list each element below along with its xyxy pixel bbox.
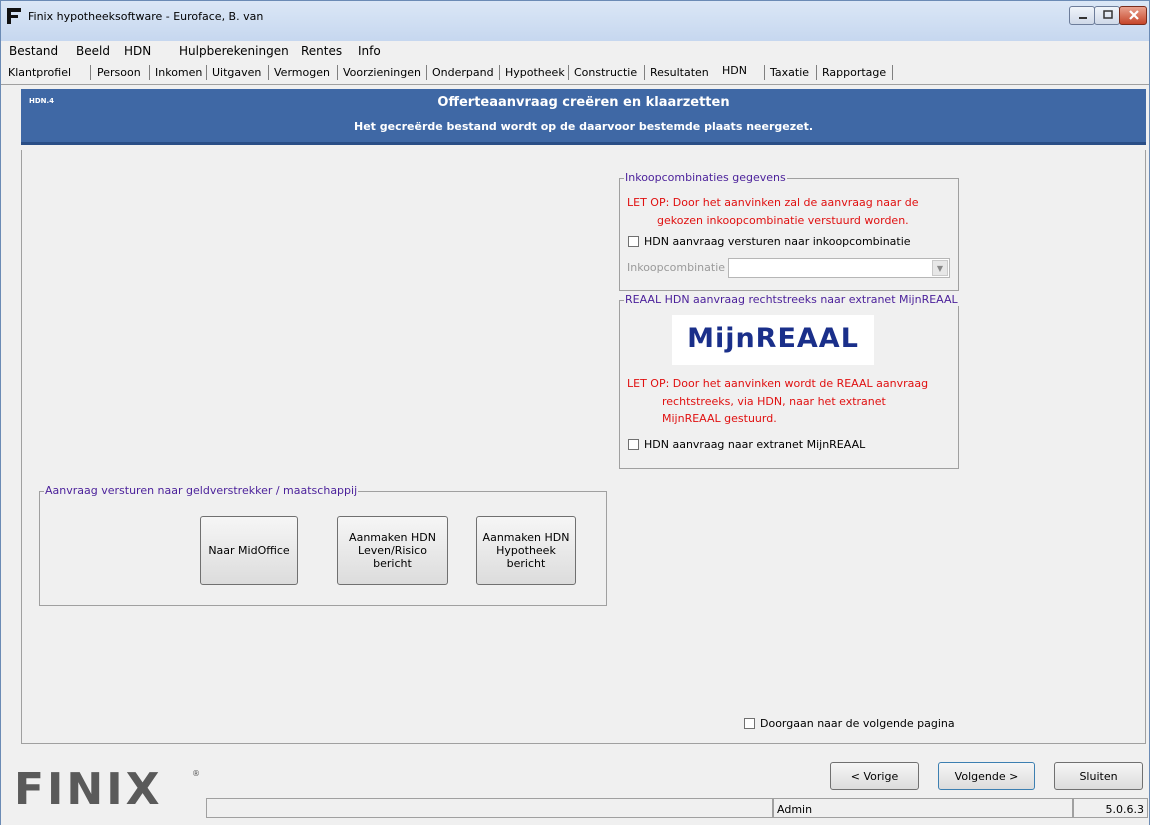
menu-hdn[interactable]: HDN [124,44,151,58]
reaal-warning-line2: rechtstreeks, via HDN, naar het extranet [662,395,886,408]
inkoop-checkbox-label: HDN aanvraag versturen naar inkoopcombin… [644,235,911,248]
tab-hdn[interactable]: HDN [722,64,747,77]
title-bar: Finix hypotheeksoftware - Euroface, B. v… [1,1,1149,41]
tab-taxatie[interactable]: Taxatie [770,66,809,79]
inkoop-warning-line2: gekozen inkoopcombinatie verstuurd worde… [657,214,909,227]
reaal-legend: REAAL HDN aanvraag rechtstreeks naar ext… [624,293,959,306]
reaal-warning-line3: MijnREAAL gestuurd. [662,412,777,425]
tab-divider [644,65,645,80]
menu-bar: Bestand Beeld HDN Hulpberekeningen Rente… [1,41,1149,61]
next-button[interactable]: Volgende > [938,762,1035,790]
page-header: HDN.4 Offerteaanvraag creëren en klaarze… [21,89,1146,145]
mijnreaal-logo: MijnREAAL [672,315,874,365]
minimize-button[interactable] [1069,6,1095,25]
reaal-warning-line1: LET OP: Door het aanvinken wordt de REAA… [627,377,929,390]
tab-divider [499,65,500,80]
reaal-checkbox-row[interactable]: HDN aanvraag naar extranet MijnREAAL [628,438,865,451]
naar-midoffice-button[interactable]: Naar MidOffice [200,516,298,585]
tab-persoon[interactable]: Persoon [97,66,141,79]
finix-app-icon [7,8,21,24]
tab-divider [426,65,427,80]
chevron-down-icon[interactable]: ▼ [932,260,948,276]
tab-divider [206,65,207,80]
tab-vermogen[interactable]: Vermogen [274,66,330,79]
send-legend: Aanvraag versturen naar geldverstrekker … [44,484,359,497]
send-groupbox: Aanvraag versturen naar geldverstrekker … [39,484,607,606]
inkoop-checkbox-row[interactable]: HDN aanvraag versturen naar inkoopcombin… [628,235,911,248]
finix-logo: FINIX [14,764,163,815]
previous-button[interactable]: < Vorige [830,762,919,790]
menu-bestand[interactable]: Bestand [9,44,58,58]
tab-divider [337,65,338,80]
inkoop-groupbox: Inkoopcombinaties gegevens LET OP: Door … [619,171,959,291]
next-page-checkbox-row[interactable]: Doorgaan naar de volgende pagina [744,717,955,730]
tab-divider [892,65,893,80]
tab-inkomen[interactable]: Inkomen [155,66,202,79]
tab-divider [568,65,569,80]
tab-voorzieningen[interactable]: Voorzieningen [343,66,421,79]
reaal-checkbox-label: HDN aanvraag naar extranet MijnREAAL [644,438,866,451]
aanmaken-hypotheek-button[interactable]: Aanmaken HDN Hypotheek bericht [476,516,576,585]
main-content: Inkoopcombinaties gegevens LET OP: Door … [21,150,1146,744]
window-title: Finix hypotheeksoftware - Euroface, B. v… [28,10,264,23]
inkoop-legend: Inkoopcombinaties gegevens [624,171,787,184]
maximize-button[interactable] [1094,6,1120,25]
close-button[interactable] [1119,6,1147,25]
app-window: Finix hypotheeksoftware - Euroface, B. v… [0,0,1150,825]
page-title: Offerteaanvraag creëren en klaarzetten [437,95,730,110]
tab-bar: Klantprofiel Persoon Inkomen Uitgaven Ve… [1,61,1149,85]
finix-registered-mark: ® [192,769,200,778]
reaal-groupbox: REAAL HDN aanvraag rechtstreeks naar ext… [619,293,959,469]
tab-divider [268,65,269,80]
status-version: 5.0.6.3 [1073,798,1148,818]
tab-constructie[interactable]: Constructie [574,66,637,79]
minimize-icon [1079,17,1087,19]
tab-divider [816,65,817,80]
inkoop-combo-label: Inkoopcombinatie [627,261,726,274]
menu-hulpberekeningen[interactable]: Hulpberekeningen [179,44,289,58]
aanmaken-leven-button[interactable]: Aanmaken HDN Leven/Risico bericht [337,516,448,585]
tab-divider [149,65,150,80]
next-page-checkbox[interactable] [744,718,755,729]
close-app-button[interactable]: Sluiten [1054,762,1143,790]
inkoop-warning-line1: LET OP: Door het aanvinken zal de aanvra… [627,196,919,209]
tab-onderpand[interactable]: Onderpand [432,66,494,79]
tab-divider [764,65,765,80]
menu-info[interactable]: Info [358,44,381,58]
menu-beeld[interactable]: Beeld [76,44,110,58]
tab-hypotheek[interactable]: Hypotheek [505,66,565,79]
status-message [206,798,773,818]
menu-rentes[interactable]: Rentes [301,44,342,58]
maximize-icon [1103,10,1113,19]
tab-resultaten[interactable]: Resultaten [650,66,709,79]
tab-klantprofiel[interactable]: Klantprofiel [8,66,71,79]
inkoop-checkbox[interactable] [628,236,639,247]
tab-divider [90,65,91,80]
reaal-checkbox[interactable] [628,439,639,450]
next-page-checkbox-label: Doorgaan naar de volgende pagina [760,717,955,730]
tab-uitgaven[interactable]: Uitgaven [212,66,261,79]
status-user: Admin [773,798,1073,818]
footer: FINIX ® < Vorige Volgende > Sluiten Admi… [1,751,1149,825]
tab-rapportage[interactable]: Rapportage [822,66,886,79]
inkoop-combobox[interactable]: ▼ [728,258,950,278]
close-icon [1129,10,1139,20]
page-subtitle: Het gecreërde bestand wordt op de daarvo… [353,120,814,133]
